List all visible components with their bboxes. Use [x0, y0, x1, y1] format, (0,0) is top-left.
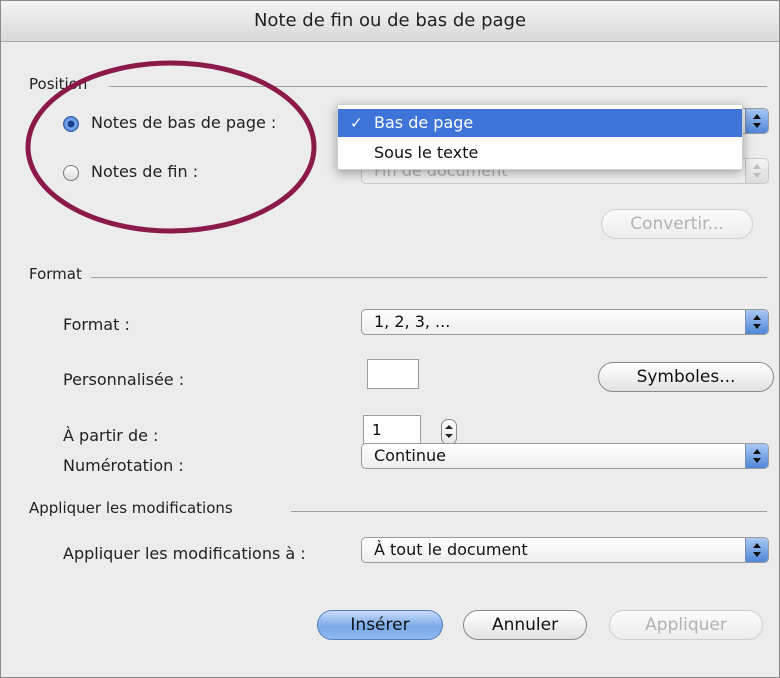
annotation-ellipse: [25, 60, 317, 234]
footnote-dialog: Note de fin ou de bas de page Position N…: [0, 0, 780, 678]
